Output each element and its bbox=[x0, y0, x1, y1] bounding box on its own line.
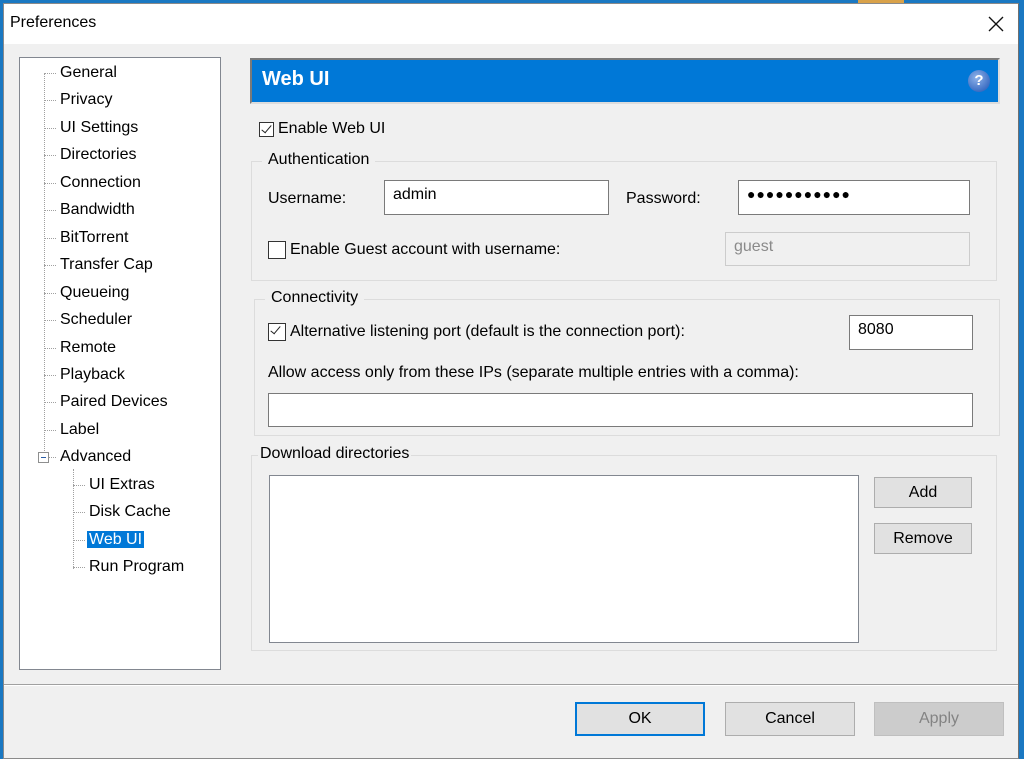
username-label: Username: bbox=[268, 190, 347, 207]
tree-item-label: Label bbox=[60, 420, 100, 438]
tree-connector bbox=[44, 292, 56, 294]
tree-item-label: Connection bbox=[60, 173, 141, 191]
tree-item-directories[interactable]: Directories bbox=[44, 144, 138, 166]
tree-item-label: Bandwidth bbox=[60, 201, 135, 219]
help-icon[interactable]: ? bbox=[968, 70, 990, 92]
tree-item-label: Queueing bbox=[60, 283, 130, 301]
tree-connector bbox=[44, 127, 56, 129]
footer-separator bbox=[4, 684, 1018, 686]
tree-connector bbox=[73, 512, 85, 514]
tree-connector bbox=[44, 210, 56, 212]
tree-item-label: Playback bbox=[60, 365, 125, 383]
guest-account-label: Enable Guest account with username: bbox=[290, 241, 561, 258]
tree-item-queueing[interactable]: Queueing bbox=[44, 282, 131, 304]
tree-item-general[interactable]: General bbox=[44, 62, 119, 84]
tree-connector bbox=[44, 320, 56, 322]
tree-item-privacy[interactable]: Privacy bbox=[44, 89, 114, 111]
tree-item-disk-cache[interactable]: Disk Cache bbox=[73, 501, 173, 523]
tree-item-label: Disk Cache bbox=[89, 503, 171, 521]
panel-header: Web UI ? bbox=[250, 58, 1000, 104]
tree-item-playback[interactable]: Playback bbox=[44, 364, 127, 386]
tree-item-label: Remote bbox=[60, 338, 117, 356]
remove-directory-button[interactable]: Remove bbox=[874, 523, 972, 554]
add-directory-button[interactable]: Add bbox=[874, 477, 972, 508]
tree-connector bbox=[44, 100, 56, 102]
tree-item-ui-extras[interactable]: UI Extras bbox=[73, 474, 157, 496]
tree-item-connection[interactable]: Connection bbox=[44, 172, 143, 194]
username-input[interactable]: admin bbox=[384, 180, 609, 215]
cancel-button[interactable]: Cancel bbox=[725, 702, 855, 736]
tree-item-label: UI Extras bbox=[89, 475, 155, 493]
title-bar: Preferences bbox=[4, 4, 1018, 44]
tree-connector bbox=[44, 237, 56, 239]
tree-item-ui-settings[interactable]: UI Settings bbox=[44, 117, 140, 139]
tree-item-paired-devices[interactable]: Paired Devices bbox=[44, 391, 170, 413]
close-button[interactable] bbox=[982, 10, 1010, 38]
tree-connector bbox=[44, 347, 56, 349]
tree-connector bbox=[44, 182, 56, 184]
tree-connector bbox=[44, 429, 56, 431]
tree-item-label: Scheduler bbox=[60, 311, 133, 329]
tree-item-remote[interactable]: Remote bbox=[44, 337, 118, 359]
collapse-icon[interactable] bbox=[38, 452, 49, 464]
authentication-group-title: Authentication bbox=[262, 151, 376, 169]
preferences-tree[interactable]: General Privacy UI Settings Directories Conn… bbox=[19, 57, 221, 670]
tree-item-label[interactable]: Label bbox=[44, 419, 101, 441]
tree-connector bbox=[44, 374, 56, 376]
enable-webui-label: Enable Web UI bbox=[278, 120, 386, 137]
tree-item-label: Web UI bbox=[87, 530, 145, 548]
preferences-dialog: Preferences General Privacy UI Settings Dir… bbox=[3, 3, 1019, 759]
tree-item-label: BitTorrent bbox=[60, 228, 129, 246]
allow-ips-label: Allow access only from these IPs (separa… bbox=[268, 364, 799, 381]
alt-port-input[interactable]: 8080 bbox=[849, 315, 973, 350]
tree-item-label: Run Program bbox=[89, 558, 185, 576]
tree-item-bittorrent[interactable]: BitTorrent bbox=[44, 227, 130, 249]
connectivity-group-title: Connectivity bbox=[265, 289, 365, 307]
tree-connector bbox=[73, 539, 85, 541]
tree-item-transfer-cap[interactable]: Transfer Cap bbox=[44, 254, 155, 276]
tree-item-label: Transfer Cap bbox=[60, 256, 153, 274]
tree-item-bandwidth[interactable]: Bandwidth bbox=[44, 199, 137, 221]
enable-webui-row[interactable]: Enable Web UI bbox=[259, 120, 385, 138]
tree-item-web-ui[interactable]: Web UI bbox=[73, 529, 146, 551]
alt-port-row[interactable]: Alternative listening port (default is t… bbox=[268, 323, 685, 341]
tree-item-run-program[interactable]: Run Program bbox=[73, 556, 186, 578]
tree-item-advanced[interactable]: Advanced bbox=[44, 446, 133, 468]
panel-title: Web UI bbox=[262, 68, 330, 90]
tree-connector bbox=[44, 265, 56, 267]
tree-item-scheduler[interactable]: Scheduler bbox=[44, 309, 134, 331]
tree-item-label: Directories bbox=[60, 146, 137, 164]
tree-item-label: Privacy bbox=[60, 91, 113, 109]
tree-item-label: Paired Devices bbox=[60, 393, 168, 411]
download-directories-list[interactable] bbox=[269, 475, 859, 643]
window-title: Preferences bbox=[10, 14, 97, 31]
password-label: Password: bbox=[626, 190, 701, 207]
guest-account-row[interactable]: Enable Guest account with username: bbox=[268, 241, 560, 259]
ok-button[interactable]: OK bbox=[575, 702, 705, 736]
tree-connector bbox=[44, 402, 56, 404]
alt-port-checkbox[interactable] bbox=[268, 323, 286, 341]
tree-connector bbox=[73, 484, 85, 486]
tree-item-label: General bbox=[60, 64, 117, 81]
alt-port-label: Alternative listening port (default is t… bbox=[290, 323, 685, 340]
enable-webui-checkbox[interactable] bbox=[259, 121, 274, 137]
password-input[interactable]: ●●●●●●●●●●● bbox=[738, 180, 970, 215]
guest-username-input: guest bbox=[725, 232, 970, 266]
tree-item-label: UI Settings bbox=[60, 118, 139, 136]
allow-ips-input[interactable] bbox=[268, 393, 973, 427]
apply-button: Apply bbox=[874, 702, 1004, 736]
download-directories-group-title: Download directories bbox=[258, 445, 412, 463]
close-icon bbox=[988, 16, 1004, 32]
guest-account-checkbox[interactable] bbox=[268, 241, 286, 259]
tree-connector bbox=[73, 567, 85, 569]
tree-connector bbox=[44, 73, 56, 74]
tree-connector bbox=[44, 155, 56, 157]
tree-item-label: Advanced bbox=[60, 448, 132, 466]
